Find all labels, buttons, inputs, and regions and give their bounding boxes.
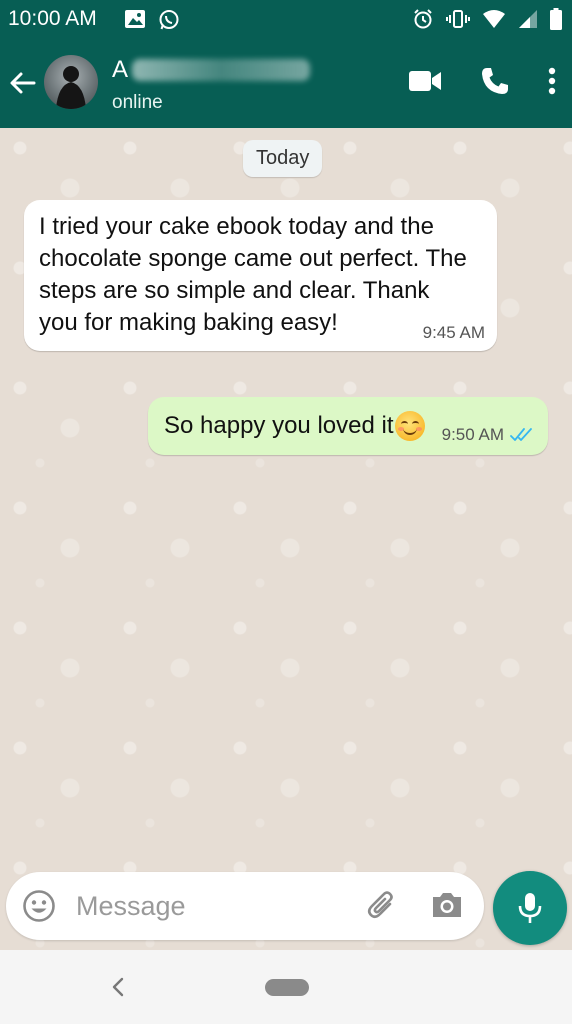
smiling-face-emoji [394,411,425,441]
date-separator: Today [243,140,323,177]
battery-icon [550,8,562,35]
contact-name[interactable]: A [112,56,311,84]
message-text-row: So happy you loved it [164,411,425,441]
contact-status: online [112,92,163,113]
message-meta: 9:50 AM [442,425,536,445]
status-right-icons [412,8,562,35]
vibrate-icon [446,9,470,34]
signal-icon [518,9,538,34]
message-time: 9:45 AM [422,323,485,342]
message-time: 9:50 AM [441,425,504,444]
camera-icon [433,893,461,917]
attach-button[interactable] [366,890,398,927]
contact-avatar[interactable] [44,55,98,109]
header-actions [370,66,556,96]
camera-button[interactable] [430,890,464,925]
double-check-icon [510,428,532,441]
status-left-icons [124,9,180,36]
nav-home-pill[interactable] [265,979,309,996]
person-silhouette-icon [56,66,86,109]
more-options-button[interactable] [548,67,556,95]
emoji-icon [23,890,55,922]
alarm-icon [412,8,434,35]
mic-button[interactable] [493,871,567,945]
incoming-message[interactable]: I tried your cake ebook today and the ch… [24,200,497,351]
message-text: I tried your cake ebook today and the ch… [39,213,467,336]
contact-name-blurred [132,59,311,81]
emoji-button[interactable] [22,889,56,928]
status-bar: 10:00 AM [0,0,572,40]
nav-back-button[interactable] [108,976,128,1003]
status-time: 10:00 AM [8,7,97,30]
back-arrow-icon [10,72,36,94]
attach-icon [367,891,393,919]
wifi-icon [482,9,506,34]
video-call-button[interactable] [408,69,442,93]
whatsapp-icon [158,9,180,36]
mic-icon [518,893,542,923]
back-button[interactable] [6,66,40,100]
voice-call-icon [482,68,508,94]
chat-area[interactable]: Today I tried your cake ebook today and … [0,128,572,950]
message-composer[interactable]: Message [6,872,484,940]
message-input[interactable]: Message [76,891,186,922]
nav-back-icon [112,977,124,997]
system-nav-bar [0,950,572,1024]
voice-call-button[interactable] [480,66,510,96]
outgoing-message[interactable]: So happy you loved it 9:50 AM [148,397,548,455]
more-options-icon [548,67,556,95]
gallery-icon [124,9,146,36]
video-call-icon [409,71,441,91]
message-text: So happy you loved it [164,412,394,439]
contact-name-initial: A [112,56,129,83]
chat-header: A online [0,40,572,128]
